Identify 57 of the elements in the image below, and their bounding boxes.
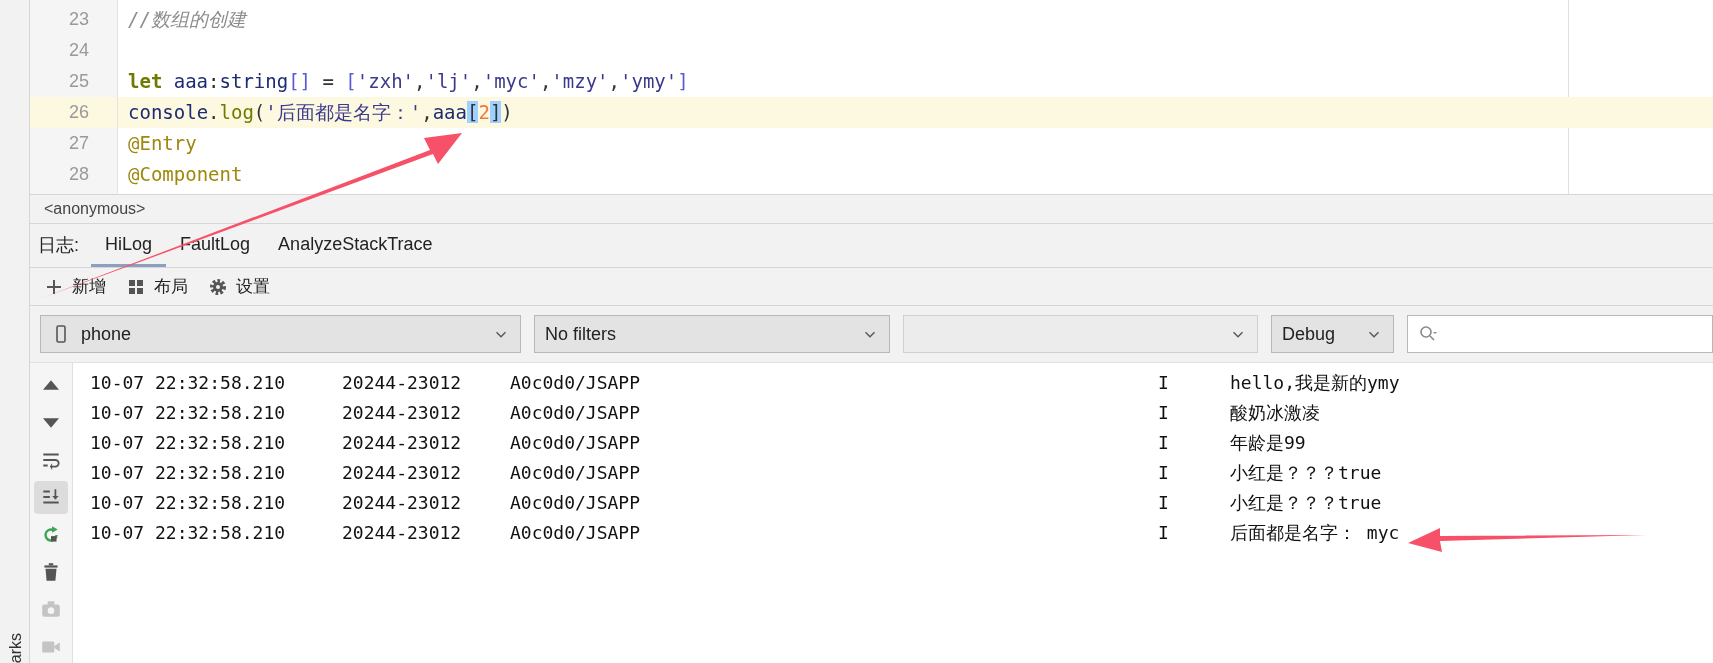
log-level: I [1158,400,1170,425]
log-time: 10-07 22:32:58.210 [89,460,287,485]
triangle-up-icon [43,380,59,391]
log-level: I [1158,520,1170,545]
line-number: 25 [68,70,89,93]
log-level: I [1158,490,1170,515]
log-tag: A0c0d0/JSAPP [510,398,1158,426]
code-line: let aaa:string[] = ['zxh','lj','myc','mzy','ymy'] [128,69,689,95]
log-level: I [1158,430,1170,455]
log-tab[interactable]: AnalyzeStackTrace [264,224,447,267]
log-time: 10-07 22:32:58.210 [89,370,287,395]
log-message: 后面都是名字： myc [1230,520,1400,545]
log-message: hello,我是新的ymy [1230,370,1400,395]
panel-title: <anonymous> [30,194,1713,224]
dropdown[interactable]: Debug [1271,315,1394,353]
search-field[interactable] [1407,315,1713,353]
code-line: @Entry [128,131,197,157]
dropdown[interactable]: phone [40,315,521,353]
line-number: 27 [68,132,89,155]
code-line: //数组的创建 [128,7,246,33]
dropdown[interactable]: No filters [534,315,890,353]
log-time: 10-07 22:32:58.210 [89,490,287,515]
tabs-label: 日志: [38,234,79,257]
bookmarks-tab[interactable]: arks [4,632,28,663]
triangle-down-icon [43,417,59,428]
log-tag: A0c0d0/JSAPP [510,488,1158,516]
log-message: 小红是？？？true [1230,460,1382,485]
log-level: I [1158,460,1170,485]
tool-button[interactable] [34,481,68,514]
log-pid: 20244-23012 [342,370,463,395]
log-level: I [1158,370,1170,395]
log-tag: A0c0d0/JSAPP [510,458,1158,486]
log-time: 10-07 22:32:58.210 [89,520,287,545]
toolbar-button[interactable]: 新增 [44,273,106,300]
log-tag: A0c0d0/JSAPP [510,368,1158,396]
log-time: 10-07 22:32:58.210 [89,400,287,425]
log-message: 年龄是99 [1230,430,1306,455]
code-line: console.log('后面都是名字：',aaa[2]) [128,100,513,126]
toolbar-button[interactable]: 布局 [126,273,188,300]
log-message: 酸奶冰激凌 [1230,400,1320,425]
toolbar-button[interactable]: 设置 [208,273,270,300]
line-number: 24 [68,39,89,62]
line-number: 28 [68,163,89,186]
log-pid: 20244-23012 [342,490,463,515]
line-number: 26 [68,101,89,124]
log-time: 10-07 22:32:58.210 [89,430,287,455]
log-message: 小红是？？？true [1230,490,1382,515]
line-number: 23 [68,8,89,31]
log-pid: 20244-23012 [342,400,463,425]
log-tag: A0c0d0/JSAPP [510,428,1158,456]
settings-icon [208,276,228,297]
log-pid: 20244-23012 [342,460,463,485]
log-pid: 20244-23012 [342,520,463,545]
log-tag: A0c0d0/JSAPP [510,518,1158,546]
code-line: @Component [128,162,243,188]
log-pid: 20244-23012 [342,430,463,455]
log-tab[interactable]: FaultLog [166,224,265,267]
